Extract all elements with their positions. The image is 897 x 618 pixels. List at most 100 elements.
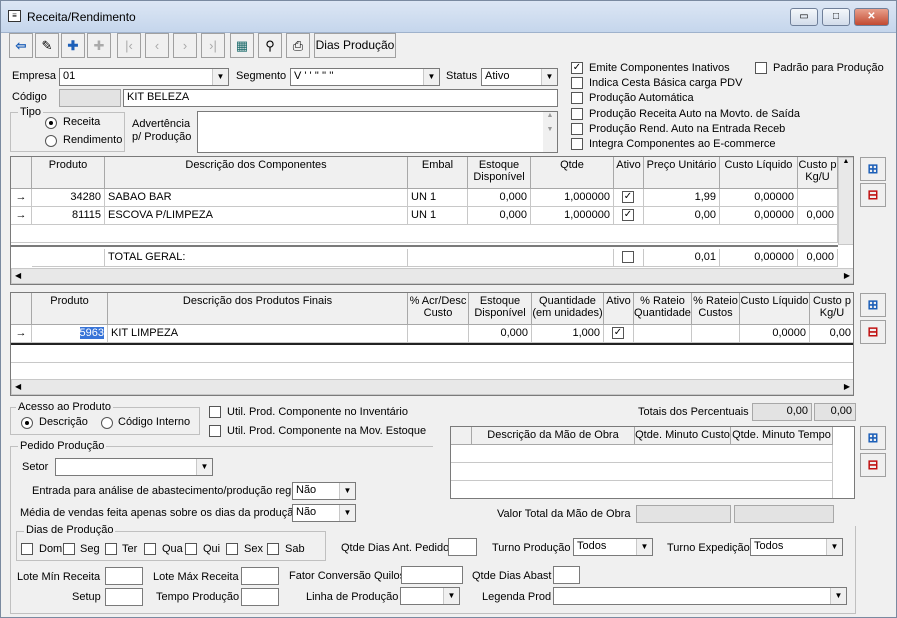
turno-producao-select[interactable]: Todos ▼	[573, 538, 653, 556]
col-produto[interactable]: Produto	[32, 157, 105, 189]
total-ativo-checkbox[interactable]	[622, 251, 634, 263]
cesta-checkbox[interactable]	[571, 77, 583, 89]
col-preco[interactable]: Preço Unitário	[644, 157, 720, 189]
print-button[interactable]: ⎙	[286, 33, 310, 58]
qtde-dias-ant-field[interactable]	[448, 538, 477, 556]
media-select[interactable]: Não ▼	[292, 504, 356, 522]
table-row-kg[interactable]	[798, 189, 838, 207]
acesso-codigo-radio[interactable]	[101, 417, 113, 429]
row-indicator[interactable]: →	[11, 207, 32, 225]
table-row-kg[interactable]: 0,00	[810, 325, 853, 343]
setup-field[interactable]	[105, 588, 143, 606]
table-row-quantidade[interactable]: 1,000	[532, 325, 604, 343]
table-row-descricao[interactable]: KIT LIMPEZA	[108, 325, 408, 343]
setor-select[interactable]: ▼	[55, 458, 213, 476]
exit-button[interactable]: ⇦	[9, 33, 33, 58]
table-row-custo[interactable]: 0,0000	[740, 325, 810, 343]
table-row-qtde[interactable]: 1,000000	[531, 207, 614, 225]
col-quantidade[interactable]: Quantidade (em unidades)	[532, 293, 604, 325]
col-embal[interactable]: Embal	[408, 157, 468, 189]
rendimento-radio[interactable]	[45, 135, 57, 147]
dom-checkbox[interactable]	[21, 543, 33, 555]
col-custo[interactable]: Custo Líquido	[740, 293, 810, 325]
new-button[interactable]: ✚	[61, 33, 85, 58]
ecommerce-checkbox[interactable]	[571, 138, 583, 150]
scroll-left-icon[interactable]: ◀	[15, 380, 21, 394]
table-row-embal[interactable]: UN 1	[408, 189, 468, 207]
table-row-ativo[interactable]: ✓	[614, 189, 644, 207]
selected-produto[interactable]: 5963	[79, 327, 104, 339]
table-row-kg[interactable]: 0,000	[798, 207, 838, 225]
close-button[interactable]: ✕	[854, 8, 889, 26]
table-row-estoque[interactable]: 0,000	[468, 189, 531, 207]
col-rateio-custos[interactable]: % Rateio Custos	[692, 293, 740, 325]
receita-radio[interactable]	[45, 117, 57, 129]
util-movestoque-checkbox[interactable]	[209, 425, 221, 437]
empty-row[interactable]	[451, 445, 833, 463]
qua-checkbox[interactable]	[144, 543, 156, 555]
seg-checkbox[interactable]	[63, 543, 75, 555]
table-row-rateio-qtd[interactable]	[634, 325, 692, 343]
table-row-descricao[interactable]: SABAO BAR	[105, 189, 408, 207]
legenda-select[interactable]: ▼	[553, 587, 847, 605]
tempo-field[interactable]	[241, 588, 279, 606]
last-record-button[interactable]: ›|	[201, 33, 225, 58]
empty-row[interactable]	[11, 225, 838, 243]
linha-select[interactable]: ▼	[400, 587, 460, 605]
col-custo[interactable]: Custo Líquido	[720, 157, 798, 189]
turno-expedicao-select[interactable]: Todos ▼	[750, 538, 843, 556]
row-indicator[interactable]: →	[11, 189, 32, 207]
table-row-produto[interactable]: 5963	[32, 325, 108, 343]
table-row-qtde[interactable]: 1,000000	[531, 189, 614, 207]
prev-record-button[interactable]: ‹	[145, 33, 169, 58]
table-row-preco[interactable]: 0,00	[644, 207, 720, 225]
horizontal-scrollbar[interactable]: ◀ ▶	[11, 268, 853, 284]
edit-button[interactable]: ✎	[35, 33, 59, 58]
table-row-estoque[interactable]: 0,000	[469, 325, 532, 343]
acesso-descricao-radio[interactable]	[21, 417, 33, 429]
emite-checkbox[interactable]: ✓	[571, 62, 583, 74]
sab-checkbox[interactable]	[267, 543, 279, 555]
col-estoque[interactable]: Estoque Disponível	[469, 293, 532, 325]
col-min-tempo[interactable]: Qtde. Minuto Tempo	[731, 427, 833, 445]
col-mao-descricao[interactable]: Descrição da Mão de Obra	[472, 427, 635, 445]
add-component-button[interactable]: ⊞	[860, 157, 886, 181]
entrada-select[interactable]: Não ▼	[292, 482, 356, 500]
remove-mao-button[interactable]: ⊟	[860, 453, 886, 477]
ter-checkbox[interactable]	[105, 543, 117, 555]
fator-field[interactable]	[401, 566, 463, 584]
advertencia-textarea[interactable]: ▲ ▼	[197, 111, 558, 153]
table-row-acr-desc[interactable]	[408, 325, 469, 343]
empresa-select[interactable]: 01 ▼	[59, 68, 229, 86]
remove-component-button[interactable]: ⊟	[860, 183, 886, 207]
segmento-select[interactable]: V ' ' '' '' '' ▼	[290, 68, 440, 86]
col-descricao[interactable]: Descrição dos Componentes	[105, 157, 408, 189]
col-ativo[interactable]: Ativo	[604, 293, 634, 325]
col-min-custo[interactable]: Qtde. Minuto Custo	[635, 427, 731, 445]
util-inventario-checkbox[interactable]	[209, 406, 221, 418]
col-produto[interactable]: Produto	[32, 293, 108, 325]
dias-producao-button[interactable]: Dias Produção	[314, 33, 396, 58]
table-row-produto[interactable]: 34280	[32, 189, 105, 207]
table-row-ativo[interactable]: ✓	[604, 325, 634, 343]
remove-produto-button[interactable]: ⊟	[860, 320, 886, 344]
empty-row[interactable]	[451, 463, 833, 481]
horizontal-scrollbar[interactable]: ◀ ▶	[11, 379, 853, 395]
row-indicator[interactable]: →	[11, 325, 32, 343]
table-row-preco[interactable]: 1,99	[644, 189, 720, 207]
col-descricao[interactable]: Descrição dos Produtos Finais	[108, 293, 408, 325]
table-row-descricao[interactable]: ESCOVA P/LIMPEZA	[105, 207, 408, 225]
scroll-right-icon[interactable]: ▶	[844, 380, 850, 394]
delete-button[interactable]: ✚	[87, 33, 111, 58]
rend-auto-checkbox[interactable]	[571, 123, 583, 135]
vertical-scrollbar[interactable]: ▲	[838, 157, 853, 245]
empty-row[interactable]	[451, 481, 833, 498]
ativo-checkbox[interactable]: ✓	[612, 327, 624, 339]
table-row-rateio-custos[interactable]	[692, 325, 740, 343]
col-qtde[interactable]: Qtde	[531, 157, 614, 189]
col-estoque[interactable]: Estoque Disponível	[468, 157, 531, 189]
add-produto-button[interactable]: ⊞	[860, 293, 886, 317]
status-select[interactable]: Ativo ▼	[481, 68, 558, 86]
table-row-custo[interactable]: 0,00000	[720, 189, 798, 207]
auto-checkbox[interactable]	[571, 92, 583, 104]
